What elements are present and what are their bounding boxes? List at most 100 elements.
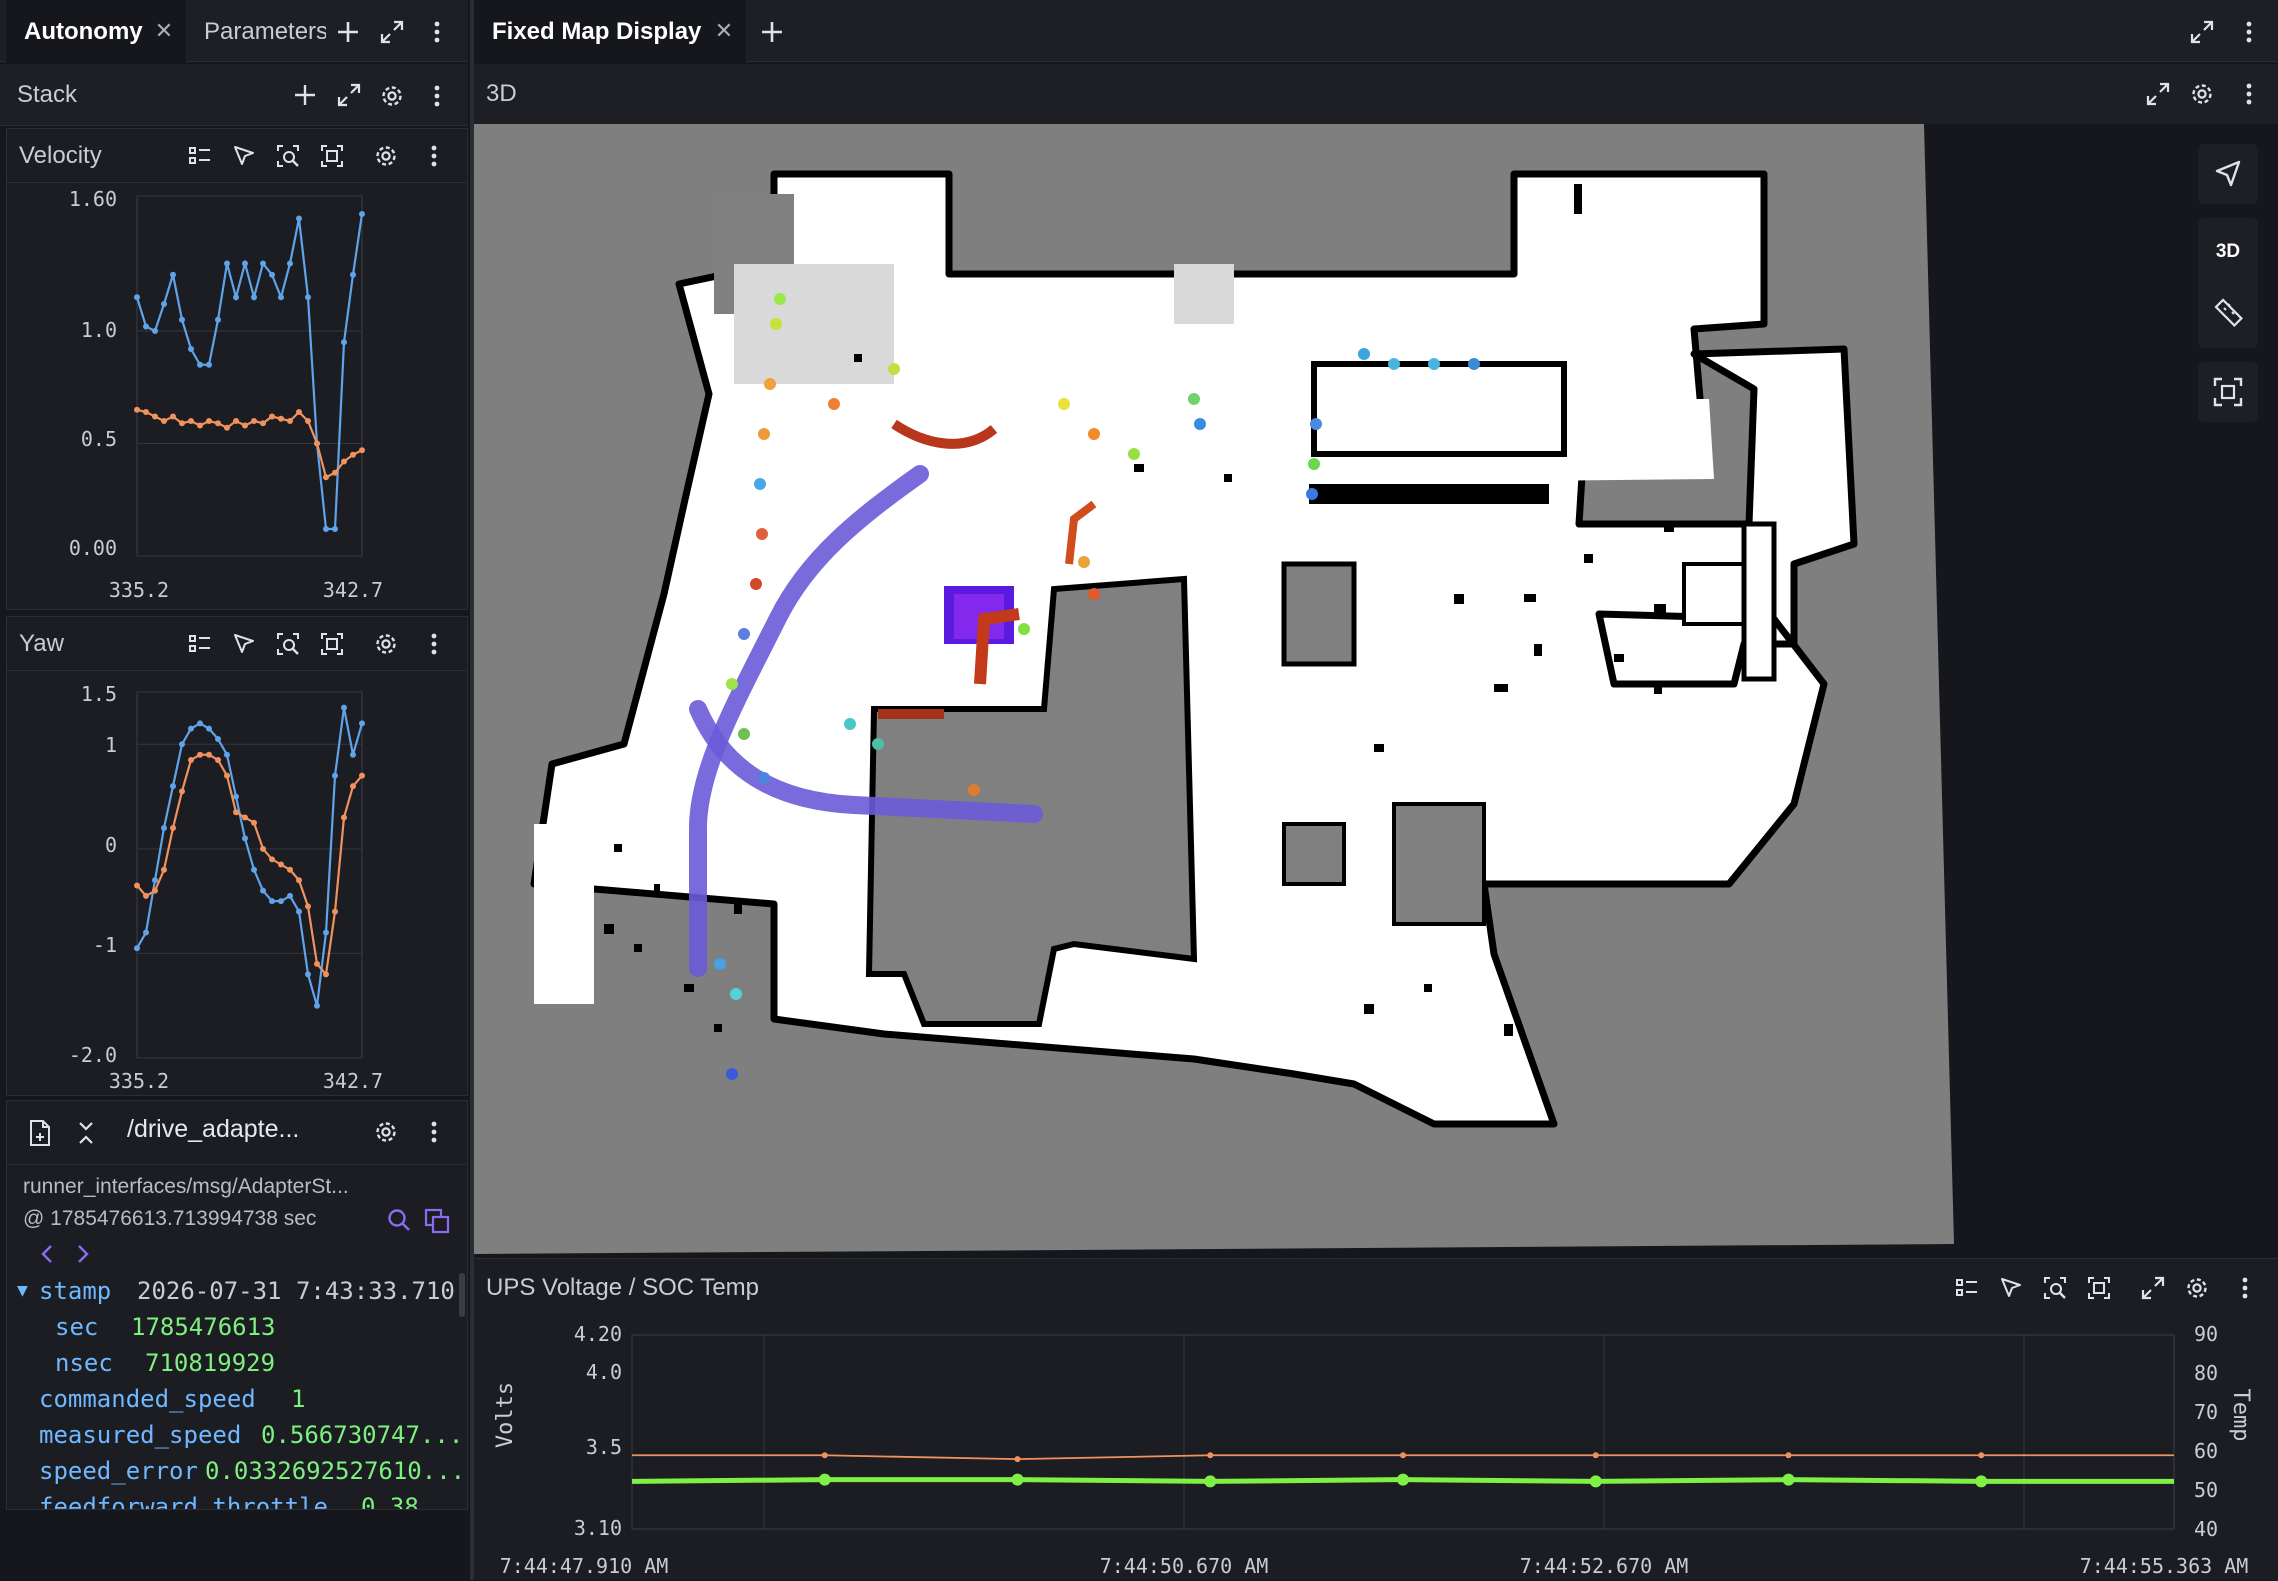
velocity-ytick: 1.0 xyxy=(81,318,117,342)
chevron-right-icon[interactable] xyxy=(69,1239,97,1269)
settings-gear-icon[interactable] xyxy=(2182,1273,2212,1303)
series-line xyxy=(135,213,364,531)
field-key: speed_error xyxy=(39,1457,198,1485)
data-point xyxy=(323,474,329,481)
data-point xyxy=(152,413,158,420)
expand-icon[interactable] xyxy=(376,16,408,48)
more-options-icon[interactable] xyxy=(2236,16,2262,48)
data-point xyxy=(1978,1452,1985,1459)
yaw-plot[interactable]: 1.5 1 0 -1 -2.0 335.2 342.7 xyxy=(7,672,467,1096)
collapse-icon[interactable] xyxy=(71,1117,101,1149)
field-value: 710819929 xyxy=(145,1349,276,1377)
tree-row-stamp[interactable]: ▼ stamp 2026-07-31 7:43:33.710 AM xyxy=(7,1273,467,1309)
tab-parameters[interactable]: Parameters xyxy=(204,0,326,62)
data-point xyxy=(224,424,230,431)
data-point xyxy=(269,271,275,278)
occupancy-map[interactable] xyxy=(474,124,2278,1254)
legend-list-icon[interactable] xyxy=(1952,1273,1982,1303)
search-icon[interactable] xyxy=(385,1205,413,1235)
zoom-region-icon[interactable] xyxy=(2040,1273,2070,1303)
expand-icon[interactable] xyxy=(334,80,364,110)
more-options-icon[interactable] xyxy=(421,1117,447,1147)
data-point xyxy=(143,892,149,899)
fit-view-icon[interactable] xyxy=(2084,1273,2114,1303)
select-cursor-icon[interactable] xyxy=(1996,1273,2026,1303)
more-options-icon[interactable] xyxy=(2232,1273,2258,1303)
left-tab-bar: Autonomy ✕ Parameters xyxy=(0,0,468,62)
zoom-region-icon[interactable] xyxy=(273,629,303,659)
expand-triangle-icon[interactable]: ▼ xyxy=(17,1273,28,1309)
data-point xyxy=(1782,1473,1795,1486)
ups-plot[interactable]: Volts Temp 4.20 4.0 3.5 3.10 90 80 70 60… xyxy=(474,1317,2278,1581)
file-icon[interactable] xyxy=(25,1117,55,1149)
data-point xyxy=(215,756,221,763)
data-point xyxy=(359,447,365,454)
more-options-icon[interactable] xyxy=(2236,78,2262,110)
more-options-icon[interactable] xyxy=(421,141,447,171)
legend-list-icon[interactable] xyxy=(185,629,215,659)
settings-gear-icon[interactable] xyxy=(371,141,401,171)
tree-row-sec: sec 1785476613 xyxy=(7,1309,467,1345)
chevron-left-icon[interactable] xyxy=(33,1239,61,1269)
map-obstacle-block xyxy=(1392,802,1486,926)
more-options-icon[interactable] xyxy=(424,80,450,112)
map-room xyxy=(1309,484,1549,504)
select-cursor-icon[interactable] xyxy=(229,629,259,659)
map-viewport[interactable]: 3D xyxy=(474,124,2278,1254)
ups-ytick-left: 3.5 xyxy=(586,1435,622,1459)
fit-view-icon[interactable] xyxy=(2198,362,2258,422)
data-point xyxy=(359,720,365,727)
field-value: 0.566730747... xyxy=(261,1421,464,1449)
data-point xyxy=(143,323,149,330)
field-key: nsec xyxy=(55,1349,113,1377)
select-cursor-icon[interactable] xyxy=(229,141,259,171)
data-point xyxy=(305,294,311,301)
velocity-ytick: 0.5 xyxy=(81,427,117,451)
data-point xyxy=(134,945,140,952)
add-tab-icon[interactable] xyxy=(756,16,788,48)
data-point xyxy=(332,526,338,532)
data-point xyxy=(233,809,239,816)
velocity-ytick: 1.60 xyxy=(69,187,117,211)
settings-gear-icon[interactable] xyxy=(376,80,408,112)
message-type: runner_interfaces/msg/AdapterSt... xyxy=(23,1175,349,1198)
settings-gear-icon[interactable] xyxy=(371,629,401,659)
ups-ylabel-left: Volts xyxy=(493,1382,518,1448)
close-icon[interactable]: ✕ xyxy=(150,16,178,46)
data-point xyxy=(188,756,194,763)
map-obstacle-block xyxy=(1174,264,1234,324)
ups-xtick: 7:44:55.363 AM xyxy=(2080,1554,2249,1578)
add-tab-icon[interactable] xyxy=(332,16,364,48)
3d-mode-button[interactable]: 3D xyxy=(2198,224,2258,280)
fit-view-icon[interactable] xyxy=(317,629,347,659)
more-options-icon[interactable] xyxy=(424,16,450,48)
more-options-icon[interactable] xyxy=(421,629,447,659)
settings-gear-icon[interactable] xyxy=(371,1117,401,1147)
legend-list-icon[interactable] xyxy=(185,141,215,171)
select-cursor-icon[interactable] xyxy=(2198,144,2258,204)
add-icon[interactable] xyxy=(290,80,320,110)
data-point xyxy=(1207,1452,1214,1459)
yaw-ytick: 1 xyxy=(105,733,117,757)
ruler-icon[interactable] xyxy=(2198,284,2258,340)
expand-icon[interactable] xyxy=(2142,78,2174,110)
data-point xyxy=(161,418,167,424)
message-timestamp: @ 1785476613.713994738 sec xyxy=(23,1207,317,1230)
expand-icon[interactable] xyxy=(2138,1273,2168,1303)
data-point xyxy=(260,420,266,427)
expand-icon[interactable] xyxy=(2186,16,2218,48)
scrollbar[interactable] xyxy=(459,1273,465,1317)
data-point xyxy=(179,741,185,748)
copy-icon[interactable] xyxy=(421,1205,453,1237)
settings-gear-icon[interactable] xyxy=(2186,78,2218,110)
velocity-plot[interactable]: 1.60 1.0 0.5 0.00 335.2 342.7 xyxy=(7,184,467,610)
topic-name[interactable]: /drive_adapte... xyxy=(127,1115,299,1144)
data-point xyxy=(818,1473,831,1486)
close-icon[interactable]: ✕ xyxy=(710,16,738,46)
tab-fixed-map-display[interactable]: Fixed Map Display xyxy=(474,0,746,62)
tree-row-commanded-speed: commanded_speed 1 xyxy=(7,1381,467,1417)
zoom-region-icon[interactable] xyxy=(273,141,303,171)
fit-view-icon[interactable] xyxy=(317,141,347,171)
raw-message-panel: /drive_adapte... runner_interfaces/msg/A… xyxy=(6,1100,468,1510)
ups-ytick-right: 80 xyxy=(2194,1361,2218,1385)
